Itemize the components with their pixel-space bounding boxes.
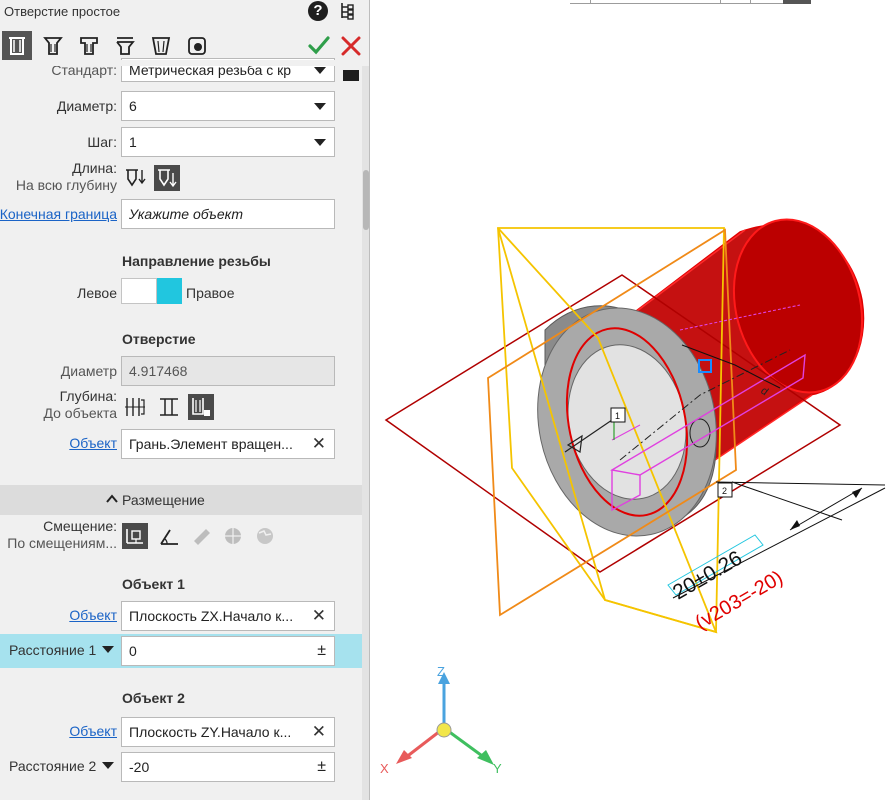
thread-right-toggle[interactable]: [157, 278, 182, 304]
special-hole-icon[interactable]: [182, 31, 212, 61]
end-bound-link[interactable]: Конечная граница: [0, 206, 117, 222]
hole-depth-label: Глубина: До объекта: [43, 388, 117, 421]
depth-value-icon[interactable]: [122, 394, 148, 420]
axis-y-label: Y: [493, 761, 502, 776]
offset-point-icon: [188, 523, 214, 549]
clear-icon[interactable]: ✕: [312, 607, 326, 624]
model-scene[interactable]: d 20±0.26 (v203=-20) 1 2 Z X Y: [370, 0, 890, 800]
diameter-label: Диаметр:: [56, 98, 117, 114]
pitch-label: Шаг:: [87, 134, 117, 150]
hole-object-field[interactable]: Грань.Элемент вращен... ✕: [121, 429, 335, 459]
panel-title: Отверстие простое: [4, 4, 121, 19]
offset-polar-icon[interactable]: [156, 523, 182, 549]
object1-link[interactable]: Объект: [69, 607, 117, 623]
thread-right-label: Правое: [186, 285, 235, 301]
thread-left-label: Левое: [77, 285, 117, 301]
tree-icon[interactable]: [339, 1, 357, 21]
hole-diameter-field: 4.917468: [121, 356, 335, 386]
depth-to-object-icon[interactable]: [188, 394, 214, 420]
object2-heading: Объект 2: [122, 690, 185, 706]
distance1-label[interactable]: Расстояние 1: [9, 642, 115, 658]
tolerance-icon[interactable]: ±: [317, 753, 326, 781]
library-icon[interactable]: [342, 68, 360, 82]
axis-x-label: X: [380, 761, 389, 776]
distance2-label[interactable]: Расстояние 2: [9, 758, 115, 774]
object2-field[interactable]: Плоскость ZY.Начало к... ✕: [121, 717, 335, 747]
depth-by-value-icon[interactable]: [122, 165, 148, 191]
hole-object-link[interactable]: Объект: [69, 435, 117, 451]
distance1-field[interactable]: 0 ±: [121, 636, 335, 666]
counterbore-hole-icon[interactable]: [74, 31, 104, 61]
diameter-select[interactable]: 6: [121, 91, 335, 121]
pitch-select[interactable]: 1: [121, 127, 335, 157]
stepped-hole-icon[interactable]: [110, 31, 140, 61]
depth-through-all-icon[interactable]: [154, 165, 180, 191]
panel-header: Отверстие простое ?: [0, 0, 369, 66]
coordinate-triad: Z X Y: [380, 664, 502, 776]
thread-direction-heading: Направление резьбы: [122, 253, 271, 269]
chevron-down-icon: [102, 762, 115, 769]
chevron-up-icon: [106, 494, 118, 503]
offset-sphere-icon: [220, 523, 246, 549]
clear-icon[interactable]: ✕: [312, 435, 326, 452]
object1-heading: Объект 1: [122, 576, 185, 592]
countersink-hole-icon[interactable]: [38, 31, 68, 61]
cone-hole-icon[interactable]: [146, 31, 176, 61]
length-label: Длина: На всю глубину: [15, 160, 117, 193]
close-icon[interactable]: [341, 36, 361, 56]
chevron-down-icon: [102, 646, 115, 653]
offset-by-offsets-icon[interactable]: [122, 523, 148, 549]
top-toolbar-strip[interactable]: [570, 0, 811, 4]
object2-link[interactable]: Объект: [69, 723, 117, 739]
distance2-field[interactable]: -20 ±: [121, 752, 335, 782]
offset-surface-icon: [252, 523, 278, 549]
check-icon[interactable]: [308, 34, 330, 56]
parameters-panel: Отверстие простое ? Стандарт: Метрическа…: [0, 0, 370, 800]
header-divider: [0, 60, 362, 66]
svg-text:2: 2: [722, 486, 727, 496]
simple-hole-icon[interactable]: [2, 31, 32, 61]
object1-field[interactable]: Плоскость ZX.Начало к... ✕: [121, 601, 335, 631]
hole-heading: Отверстие: [122, 331, 196, 347]
model-viewport[interactable]: d 20±0.26 (v203=-20) 1 2 Z X Y: [370, 0, 890, 800]
clear-icon[interactable]: ✕: [312, 723, 326, 740]
placement-section-header[interactable]: Размещение: [0, 485, 362, 515]
svg-text:1: 1: [615, 411, 620, 421]
tolerance-icon[interactable]: ±: [317, 637, 326, 665]
end-bound-field[interactable]: Укажите объект: [121, 199, 335, 229]
thread-left-toggle[interactable]: [121, 278, 157, 304]
scrollbar-thumb[interactable]: [363, 170, 369, 230]
axis-z-label: Z: [437, 664, 445, 679]
hole-diameter-label: Диаметр: [60, 363, 117, 379]
depth-through-icon[interactable]: [156, 394, 182, 420]
help-icon[interactable]: ?: [308, 1, 328, 21]
offset-label: Смещение: По смещениям...: [7, 518, 117, 551]
